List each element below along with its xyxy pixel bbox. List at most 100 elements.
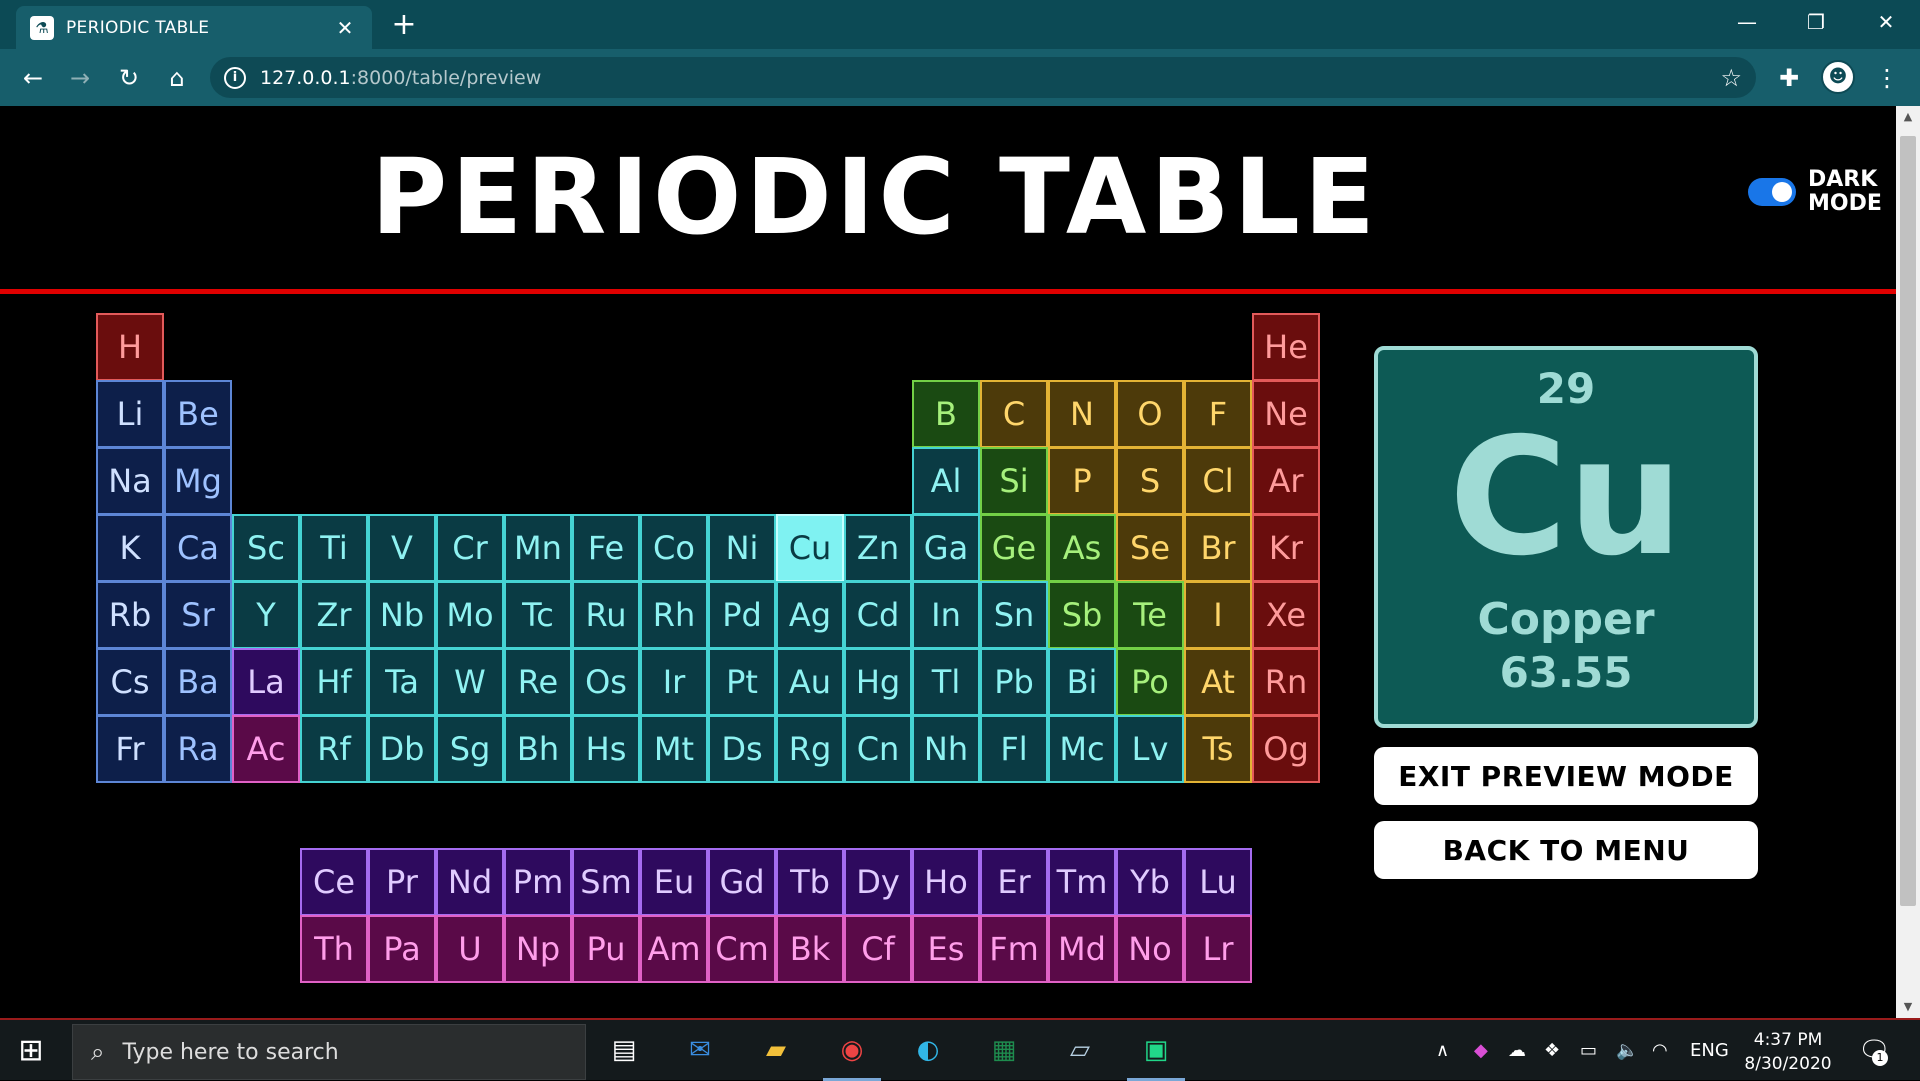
element-cell-na[interactable]: Na [96,447,164,515]
pycharm-icon[interactable]: ▣ [1134,1030,1178,1070]
volume-muted-icon[interactable]: 🔈 [1616,1040,1638,1061]
tab-close-icon[interactable]: ✕ [332,16,358,40]
home-icon[interactable]: ⌂ [160,61,194,95]
element-cell-o[interactable]: O [1116,380,1184,448]
onedrive-cloud-icon[interactable]: ☁ [1508,1040,1526,1061]
element-cell-as[interactable]: As [1048,514,1116,582]
element-cell-hs[interactable]: Hs [572,715,640,783]
element-cell-cl[interactable]: Cl [1184,447,1252,515]
element-cell-cm[interactable]: Cm [708,915,776,983]
element-cell-fm[interactable]: Fm [980,915,1048,983]
browser-tab[interactable]: ⚗ PERIODIC TABLE ✕ [16,6,372,49]
element-cell-in[interactable]: In [912,581,980,649]
element-cell-pd[interactable]: Pd [708,581,776,649]
element-cell-rg[interactable]: Rg [776,715,844,783]
scroll-down-icon[interactable]: ▼ [1896,996,1920,1018]
element-cell-c[interactable]: C [980,380,1048,448]
more-menu-icon[interactable]: ⋮ [1870,61,1904,95]
extensions-puzzle-icon[interactable]: ✚ [1772,61,1806,95]
element-cell-lv[interactable]: Lv [1116,715,1184,783]
element-cell-n[interactable]: N [1048,380,1116,448]
forward-arrow-icon[interactable]: → [63,61,97,95]
element-cell-ti[interactable]: Ti [300,514,368,582]
element-cell-gd[interactable]: Gd [708,848,776,916]
element-cell-mc[interactable]: Mc [1048,715,1116,783]
element-cell-ni[interactable]: Ni [708,514,776,582]
reload-icon[interactable]: ↻ [112,61,146,95]
back-to-menu-button[interactable]: BACK TO MENU [1374,821,1758,879]
tray-app-icon[interactable]: ◆ [1474,1040,1488,1061]
page-scrollbar[interactable]: ▲ ▼ [1896,106,1920,1018]
element-cell-zr[interactable]: Zr [300,581,368,649]
element-cell-mo[interactable]: Mo [436,581,504,649]
profile-avatar[interactable]: ☻ [1821,60,1855,94]
element-cell-co[interactable]: Co [640,514,708,582]
element-cell-es[interactable]: Es [912,915,980,983]
element-cell-np[interactable]: Np [504,915,572,983]
element-cell-rh[interactable]: Rh [640,581,708,649]
mail-icon[interactable]: ✉ [678,1030,722,1070]
element-cell-cr[interactable]: Cr [436,514,504,582]
element-cell-li[interactable]: Li [96,380,164,448]
element-cell-pu[interactable]: Pu [572,915,640,983]
element-cell-pa[interactable]: Pa [368,915,436,983]
element-cell-h[interactable]: H [96,313,164,381]
element-cell-pb[interactable]: Pb [980,648,1048,716]
minimize-button[interactable]: — [1727,6,1767,38]
task-view-icon[interactable]: ▤ [602,1030,646,1070]
element-cell-br[interactable]: Br [1184,514,1252,582]
element-cell-tb[interactable]: Tb [776,848,844,916]
element-cell-am[interactable]: Am [640,915,708,983]
site-info-icon[interactable]: i [224,66,246,89]
element-cell-la[interactable]: La [232,648,300,716]
excel-icon[interactable]: ▦ [982,1030,1026,1070]
element-cell-rn[interactable]: Rn [1252,648,1320,716]
element-cell-tm[interactable]: Tm [1048,848,1116,916]
element-cell-yb[interactable]: Yb [1116,848,1184,916]
element-cell-b[interactable]: B [912,380,980,448]
scroll-up-icon[interactable]: ▲ [1896,106,1920,128]
element-cell-ta[interactable]: Ta [368,648,436,716]
restore-button[interactable]: ❐ [1796,6,1836,38]
element-cell-ir[interactable]: Ir [640,648,708,716]
battery-icon[interactable]: ▭ [1580,1040,1597,1061]
element-cell-no[interactable]: No [1116,915,1184,983]
element-cell-ba[interactable]: Ba [164,648,232,716]
element-cell-lr[interactable]: Lr [1184,915,1252,983]
element-cell-nb[interactable]: Nb [368,581,436,649]
element-cell-mt[interactable]: Mt [640,715,708,783]
element-cell-md[interactable]: Md [1048,915,1116,983]
element-cell-cd[interactable]: Cd [844,581,912,649]
scroll-thumb[interactable] [1900,136,1916,906]
element-cell-si[interactable]: Si [980,447,1048,515]
notification-center-icon[interactable]: 🗨 1 [1858,1036,1891,1066]
element-cell-db[interactable]: Db [368,715,436,783]
element-cell-cs[interactable]: Cs [96,648,164,716]
tray-chevron-up-icon[interactable]: ∧ [1436,1040,1449,1061]
element-cell-mg[interactable]: Mg [164,447,232,515]
dark-mode-toggle[interactable] [1748,178,1796,206]
element-cell-re[interactable]: Re [504,648,572,716]
element-cell-he[interactable]: He [1252,313,1320,381]
dropbox-icon[interactable]: ❖ [1544,1040,1560,1061]
element-cell-eu[interactable]: Eu [640,848,708,916]
element-cell-f[interactable]: F [1184,380,1252,448]
element-cell-ga[interactable]: Ga [912,514,980,582]
element-cell-ar[interactable]: Ar [1252,447,1320,515]
wifi-icon[interactable]: ◠ [1652,1040,1668,1061]
edge-icon[interactable]: ◐ [906,1030,950,1070]
exit-preview-button[interactable]: EXIT PREVIEW MODE [1374,747,1758,805]
taskbar-search[interactable]: ⌕ Type here to search [72,1024,586,1080]
element-cell-dy[interactable]: Dy [844,848,912,916]
chrome-icon[interactable]: ◉ [830,1030,874,1070]
element-cell-og[interactable]: Og [1252,715,1320,783]
element-cell-hg[interactable]: Hg [844,648,912,716]
element-cell-ho[interactable]: Ho [912,848,980,916]
element-cell-lu[interactable]: Lu [1184,848,1252,916]
element-cell-ac[interactable]: Ac [232,715,300,783]
file-explorer-icon[interactable]: ▰ [754,1030,798,1070]
element-cell-tl[interactable]: Tl [912,648,980,716]
element-cell-bh[interactable]: Bh [504,715,572,783]
element-cell-i[interactable]: I [1184,581,1252,649]
element-cell-ne[interactable]: Ne [1252,380,1320,448]
